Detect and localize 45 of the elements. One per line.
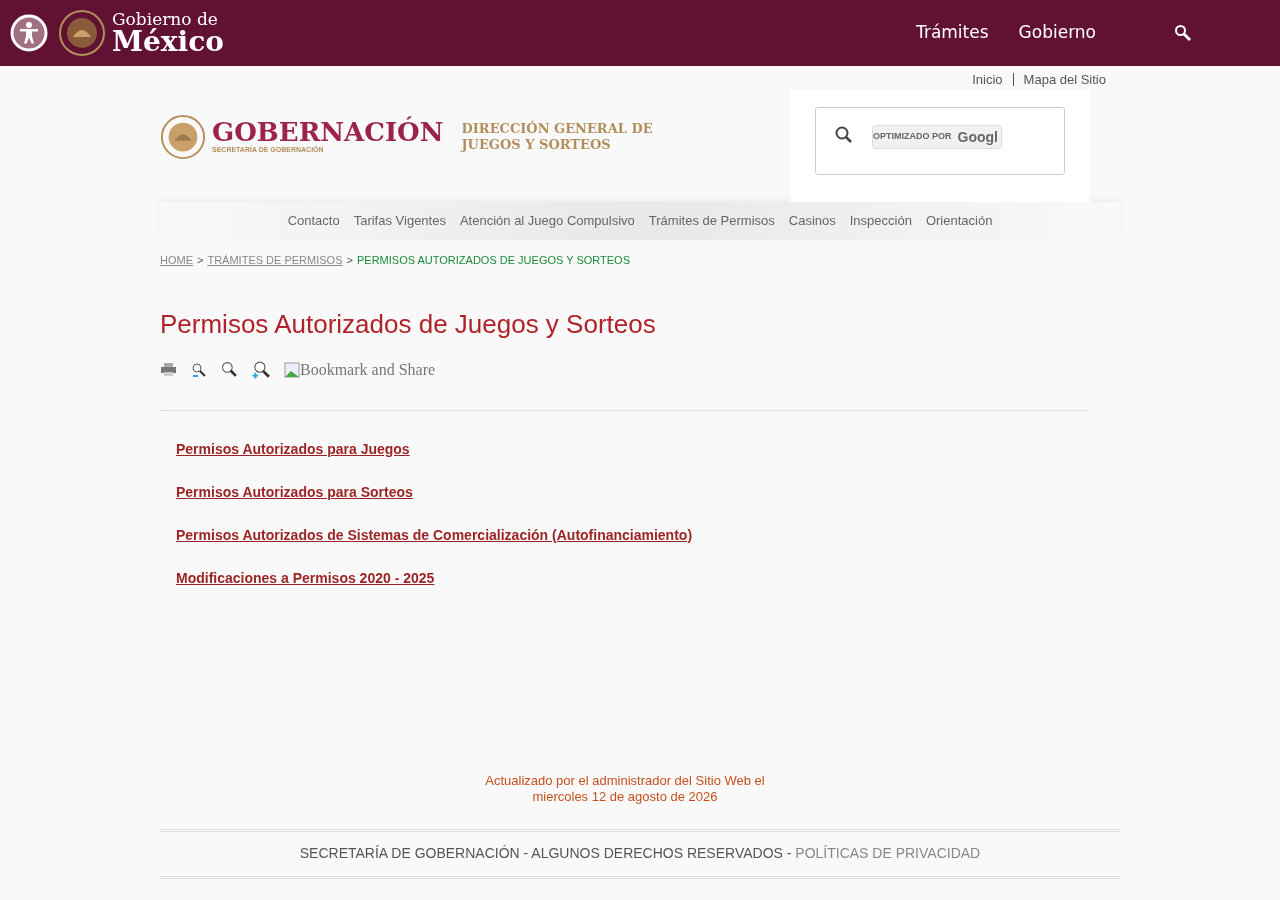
update-note: Actualizado por el administrador del Sitio Web el	[485, 772, 765, 789]
breadcrumb-link[interactable]: TRÁMITES DE PERMISOS	[207, 252, 343, 269]
brand-label: Googl	[957, 127, 998, 147]
zoom-in-icon[interactable]	[252, 360, 270, 379]
breadcrumb-separator: >	[346, 253, 353, 268]
zoom-out-icon[interactable]	[191, 361, 207, 378]
broken-image-icon	[284, 361, 300, 378]
printer-icon[interactable]	[160, 362, 177, 377]
powered-by-label: OPTIMIZADO POR	[873, 130, 952, 144]
nav-link[interactable]: Gobierno	[1018, 20, 1096, 46]
unit-name: DIRECCIÓN GENERAL DE	[461, 121, 653, 137]
magnifier-icon[interactable]	[221, 361, 238, 378]
privacy-link[interactable]: POLÍTICAS DE PRIVACIDAD	[795, 843, 981, 864]
seal-icon	[160, 114, 206, 160]
search-field[interactable]: OPTIMIZADO POR Googl	[872, 125, 1002, 149]
menu-item[interactable]: Tarifas Vigentes	[353, 211, 446, 231]
content-link[interactable]: Permisos Autorizados para Sorteos	[176, 481, 413, 503]
menu-item[interactable]: Atención al Juego Compulsivo	[459, 211, 635, 231]
top-link[interactable]: Mapa del Sitio	[1023, 70, 1106, 90]
search-icon[interactable]	[1174, 24, 1192, 42]
content-link[interactable]: Permisos Autorizados para Juegos	[176, 438, 410, 460]
copyright-text: SECRETARÍA DE GOBERNACIÓN - ALGUNOS DERECHOS RESERVADOS -	[299, 844, 793, 863]
search-box[interactable]: OPTIMIZADO POR Googl	[815, 107, 1065, 175]
seal-icon	[58, 9, 106, 57]
breadcrumb-separator: >	[197, 253, 204, 268]
content-link[interactable]: Modificaciones a Permisos 2020 - 2025	[176, 567, 435, 589]
breadcrumb-current: PERMISOS AUTORIZADOS DE JUEGOS Y SORTEOS	[356, 253, 630, 268]
menu-item[interactable]: Casinos	[788, 211, 836, 231]
top-link[interactable]: Inicio	[972, 70, 1003, 90]
update-note: miercoles 12 de agosto de 2026	[532, 788, 718, 805]
accessibility-icon[interactable]	[10, 14, 48, 52]
content-link[interactable]: Permisos Autorizados de Sistemas de Comercialización (Autofinanciamiento)	[176, 524, 693, 546]
page-title: Permisos Autorizados de Juegos y Sorteos	[160, 307, 657, 341]
brand-text: Gobierno de	[112, 10, 218, 28]
logo-title: GOBERNACIÓN	[212, 118, 444, 145]
unit-name: JUEGOS Y SORTEOS	[461, 137, 612, 153]
search-icon[interactable]	[834, 125, 854, 145]
nav-link[interactable]: Trámites	[916, 20, 989, 46]
breadcrumb-link[interactable]: HOME	[160, 252, 193, 269]
brand-text: México	[112, 27, 224, 56]
menu-item[interactable]: Trámites de Permisos	[648, 211, 775, 231]
menu-item[interactable]: Orientación	[925, 211, 993, 231]
image-alt-text[interactable]: Bookmark and Share	[300, 357, 436, 382]
menu-item[interactable]: Inspección	[849, 211, 912, 231]
menu-item[interactable]: Contacto	[287, 211, 340, 231]
